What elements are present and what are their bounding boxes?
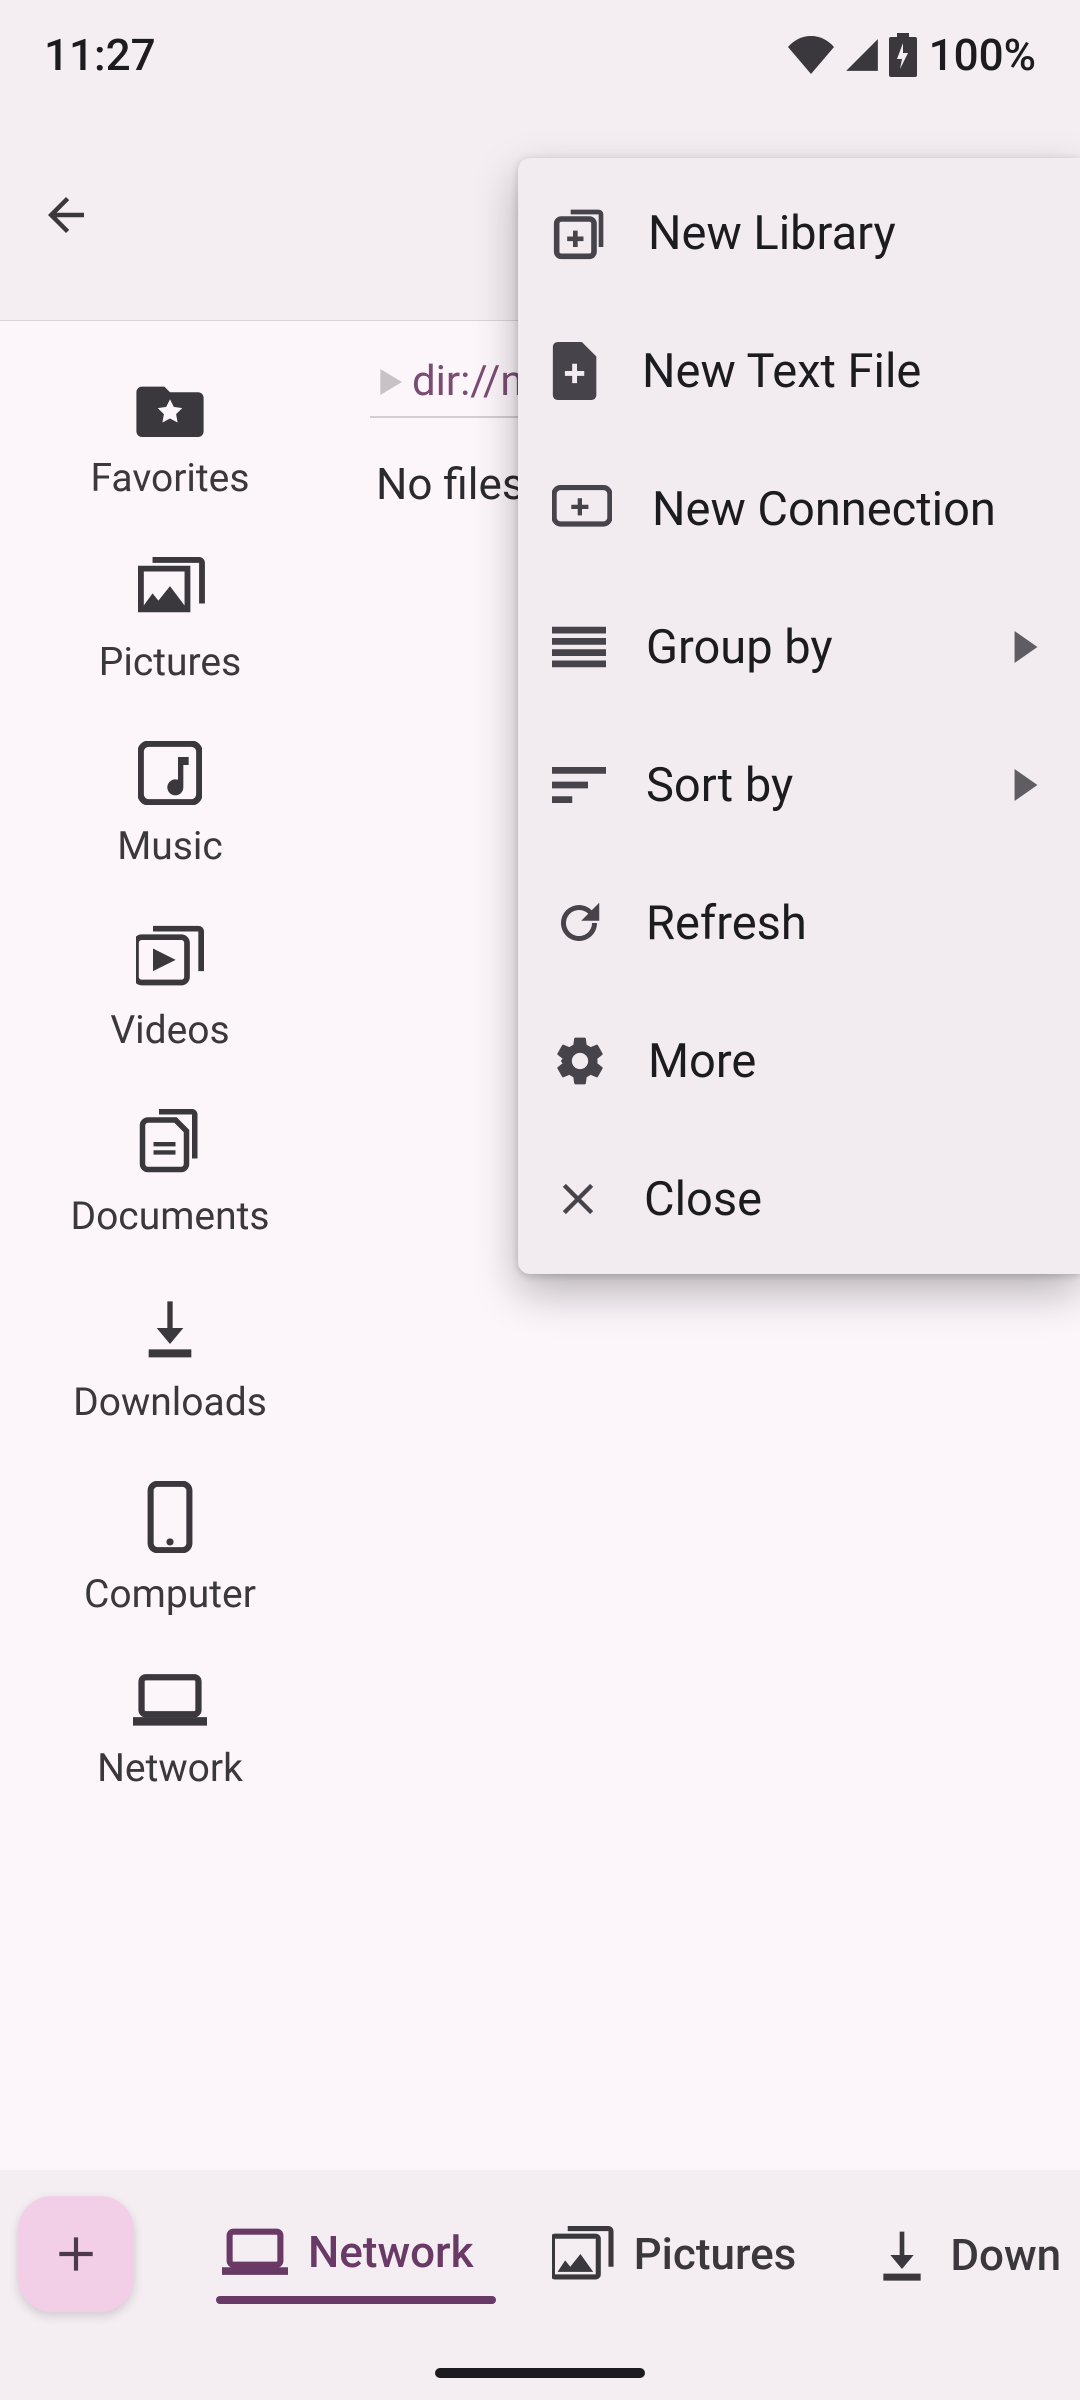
menu-item-new-library[interactable]: New Library <box>518 164 1080 302</box>
pictures-icon <box>135 557 205 621</box>
menu-item-group-by[interactable]: Group by <box>518 578 1080 716</box>
menu-item-close[interactable]: Close <box>518 1130 1080 1268</box>
sort-icon <box>552 765 606 805</box>
tab-label: Pictures <box>634 2228 797 2280</box>
sidebar-item-downloads[interactable]: Downloads <box>0 1269 340 1455</box>
tab-downloads[interactable]: Downlo <box>844 2196 1062 2318</box>
status-time: 11:27 <box>44 29 156 81</box>
laptop-icon <box>222 2227 288 2277</box>
menu-item-label: More <box>648 1034 1040 1089</box>
sidebar-item-network[interactable]: Network <box>0 1647 340 1821</box>
sidebar-item-label: Documents <box>70 1193 269 1239</box>
menu-item-refresh[interactable]: Refresh <box>518 854 1080 992</box>
pictures-icon <box>552 2226 614 2282</box>
status-bar: 11:27 100% <box>0 0 1080 110</box>
menu-item-label: New Text File <box>642 344 1040 399</box>
tab-network[interactable]: Network <box>192 2196 504 2312</box>
menu-item-new-connection[interactable]: New Connection <box>518 440 1080 578</box>
battery-icon <box>889 33 917 77</box>
star-folder-icon <box>135 381 205 437</box>
new-library-icon <box>552 205 608 261</box>
tab-label: Network <box>308 2226 474 2278</box>
menu-item-label: Group by <box>646 620 972 675</box>
gear-icon <box>552 1033 608 1089</box>
sidebar-item-label: Pictures <box>99 639 241 685</box>
chevron-right-icon <box>1012 769 1040 801</box>
download-icon <box>138 1295 202 1361</box>
back-button[interactable] <box>30 179 102 251</box>
signal-icon <box>843 36 881 74</box>
sidebar-item-label: Favorites <box>91 455 250 501</box>
music-icon <box>138 741 202 805</box>
plus-icon <box>51 2229 101 2279</box>
videos-icon <box>136 925 204 989</box>
overflow-menu: New Library New Text File New Connection… <box>518 158 1080 1274</box>
sidebar-item-label: Downloads <box>73 1379 267 1425</box>
bottom-bar: Network Pictures Downlo <box>0 2170 1080 2400</box>
sidebar-item-videos[interactable]: Videos <box>0 899 340 1083</box>
sidebar-item-pictures[interactable]: Pictures <box>0 531 340 715</box>
documents-icon <box>137 1109 203 1175</box>
active-tab-indicator <box>216 2296 496 2304</box>
phone-icon <box>146 1481 194 1553</box>
add-tab-button[interactable] <box>18 2196 134 2312</box>
laptop-icon <box>133 1673 207 1727</box>
menu-item-new-text-file[interactable]: New Text File <box>518 302 1080 440</box>
menu-item-label: Refresh <box>646 896 1040 951</box>
menu-item-sort-by[interactable]: Sort by <box>518 716 1080 854</box>
tab-label: Downlo <box>950 2229 1062 2281</box>
sidebar-item-label: Videos <box>110 1007 229 1053</box>
sidebar-item-label: Music <box>117 823 223 869</box>
wifi-icon <box>787 36 835 74</box>
menu-item-label: New Library <box>648 206 1040 261</box>
new-connection-icon <box>552 485 612 533</box>
menu-item-label: Close <box>644 1172 1040 1227</box>
sidebar-item-label: Network <box>97 1745 243 1791</box>
sidebar: Favorites Pictures Music Videos Document… <box>0 321 340 2170</box>
download-icon <box>874 2226 930 2284</box>
list-icon <box>552 625 606 669</box>
menu-item-more[interactable]: More <box>518 992 1080 1130</box>
tab-pictures[interactable]: Pictures <box>522 2196 827 2316</box>
sidebar-item-favorites[interactable]: Favorites <box>0 355 340 531</box>
menu-item-label: Sort by <box>646 758 972 813</box>
sidebar-item-computer[interactable]: Computer <box>0 1455 340 1647</box>
refresh-icon <box>552 896 606 950</box>
chevron-right-icon <box>1012 631 1040 663</box>
sidebar-item-music[interactable]: Music <box>0 715 340 899</box>
sidebar-item-label: Computer <box>84 1571 256 1617</box>
menu-item-label: New Connection <box>652 482 1040 537</box>
battery-percent: 100% <box>929 29 1036 81</box>
breadcrumb-path: dir://n <box>412 357 524 406</box>
status-indicators: 100% <box>787 29 1036 81</box>
close-icon <box>552 1173 604 1225</box>
new-file-icon <box>552 342 602 400</box>
triangle-right-icon <box>376 369 402 395</box>
arrow-left-icon <box>39 188 93 242</box>
navigation-handle[interactable] <box>435 2368 645 2378</box>
sidebar-item-documents[interactable]: Documents <box>0 1083 340 1269</box>
